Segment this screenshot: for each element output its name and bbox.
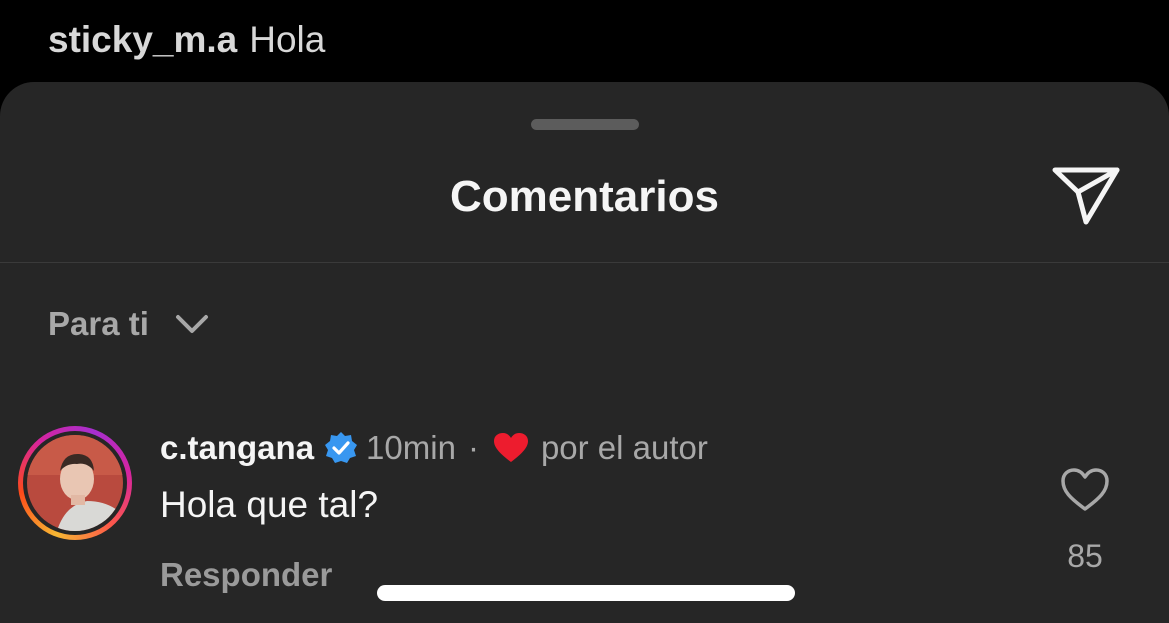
share-button[interactable] — [1050, 162, 1122, 228]
drag-handle[interactable] — [531, 119, 639, 130]
comment-meta: c.tangana 10min · por el autor — [160, 426, 708, 470]
post-caption: sticky_m.a Hola — [48, 18, 325, 62]
verified-badge-icon — [325, 432, 358, 463]
like-button[interactable] — [1060, 467, 1110, 513]
heart-outline-icon — [1061, 468, 1109, 511]
comment-time: 10min — [366, 429, 456, 466]
home-indicator[interactable] — [377, 585, 795, 601]
comment-text: Hola que tal? — [160, 484, 379, 525]
caption-username[interactable]: sticky_m.a — [48, 19, 237, 60]
header-divider — [0, 262, 1169, 263]
liked-by-author-label: por el autor — [540, 429, 708, 466]
caption-text: Hola — [249, 19, 326, 60]
avatar-image — [27, 435, 123, 531]
sheet-title: Comentarios — [450, 172, 719, 221]
reply-button[interactable]: Responder — [160, 556, 332, 594]
paper-plane-icon — [1052, 167, 1120, 225]
meta-separator: · — [467, 429, 479, 466]
comment-username[interactable]: c.tangana — [160, 429, 314, 467]
heart-filled-icon — [493, 433, 528, 462]
avatar[interactable] — [18, 426, 132, 540]
comments-sheet: Comentarios Para ti c.tangana 10min · po… — [0, 82, 1169, 623]
sort-label: Para ti — [48, 305, 149, 342]
like-count: 85 — [1067, 538, 1103, 574]
screen: sticky_m.a Hola Comentarios Para ti c.ta… — [0, 0, 1169, 623]
sort-dropdown[interactable]: Para ti — [48, 301, 209, 347]
chevron-down-icon — [175, 315, 208, 333]
